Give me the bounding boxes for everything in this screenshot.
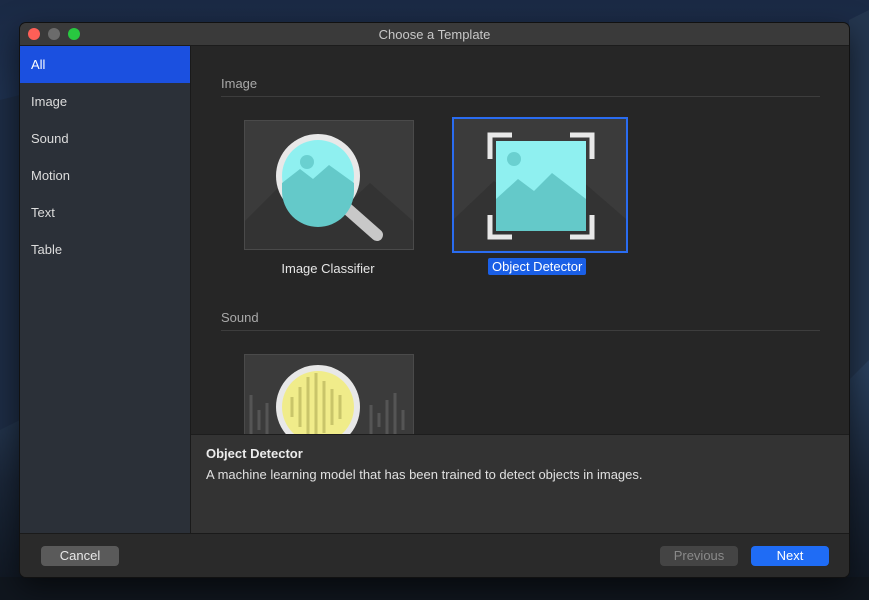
cancel-button[interactable]: Cancel [41, 546, 119, 566]
sidebar-item-all[interactable]: All [20, 46, 190, 83]
image-classifier-label: Image Classifier [281, 261, 375, 276]
section-title-sound: Sound [221, 310, 259, 325]
sidebar-item-sound[interactable]: Sound [20, 120, 190, 157]
section-divider [221, 330, 820, 331]
image-classifier-thumbnail[interactable] [244, 120, 414, 250]
section-title-image: Image [221, 76, 258, 91]
sidebar-item-table[interactable]: Table [20, 231, 190, 268]
object-detector-label: Object Detector [488, 258, 587, 275]
detail-description: A machine learning model that has been t… [206, 467, 643, 482]
button-bar: Cancel Previous Next [20, 533, 849, 577]
template-chooser-window: Choose a Template All Image Sound Motion… [20, 23, 849, 577]
object-detector-image-icon [454, 119, 626, 251]
sidebar-item-motion[interactable]: Motion [20, 157, 190, 194]
object-detector-thumbnail[interactable] [452, 117, 628, 253]
previous-button[interactable]: Previous [660, 546, 738, 566]
title-bar: Choose a Template [20, 23, 849, 46]
window-title: Choose a Template [378, 27, 491, 42]
magnifier-image-icon [245, 121, 413, 249]
sidebar-item-text[interactable]: Text [20, 194, 190, 231]
template-description-panel: Object Detector A machine learning model… [191, 434, 849, 534]
sidebar-item-image[interactable]: Image [20, 83, 190, 120]
section-divider [221, 96, 820, 97]
sound-template-thumbnail[interactable] [244, 354, 414, 434]
detail-title: Object Detector [206, 446, 303, 461]
category-sidebar: All Image Sound Motion Text Table [20, 46, 191, 533]
next-button[interactable]: Next [751, 546, 829, 566]
template-grid: Image Image Classifier Object Detector S… [191, 46, 849, 434]
magnifier-sound-wave-icon [245, 355, 413, 434]
